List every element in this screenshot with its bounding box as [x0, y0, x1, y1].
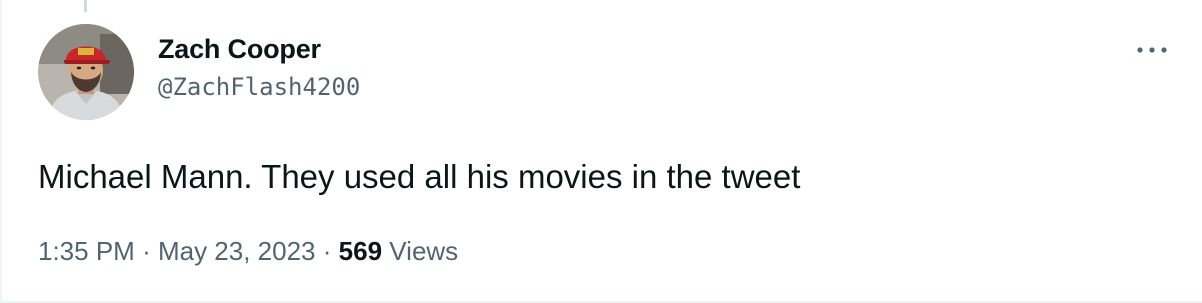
- tweet-time[interactable]: 1:35 PM: [38, 236, 135, 266]
- author-display-name[interactable]: Zach Cooper: [158, 32, 360, 66]
- avatar-image: [38, 24, 134, 120]
- more-dots-icon: [1137, 47, 1167, 53]
- tweet-meta: 1:35 PM · May 23, 2023 · 569 Views: [38, 234, 458, 268]
- more-options-button[interactable]: [1134, 40, 1170, 60]
- tweet-text: Michael Mann. They used all his movies i…: [38, 158, 801, 195]
- views-count[interactable]: 569: [339, 236, 382, 266]
- author-handle[interactable]: @ZachFlash4200: [158, 72, 360, 102]
- card-left-border: [0, 0, 2, 303]
- thread-connector-line: [84, 0, 87, 12]
- tweet-card[interactable]: Zach Cooper @ZachFlash4200 Michael Mann.…: [0, 0, 1202, 303]
- avatar[interactable]: [38, 24, 134, 120]
- meta-separator: ·: [142, 236, 151, 266]
- tweet-date[interactable]: May 23, 2023: [158, 236, 316, 266]
- views-label: Views: [389, 236, 459, 266]
- meta-separator: ·: [322, 236, 332, 266]
- author-block: Zach Cooper @ZachFlash4200: [158, 32, 360, 102]
